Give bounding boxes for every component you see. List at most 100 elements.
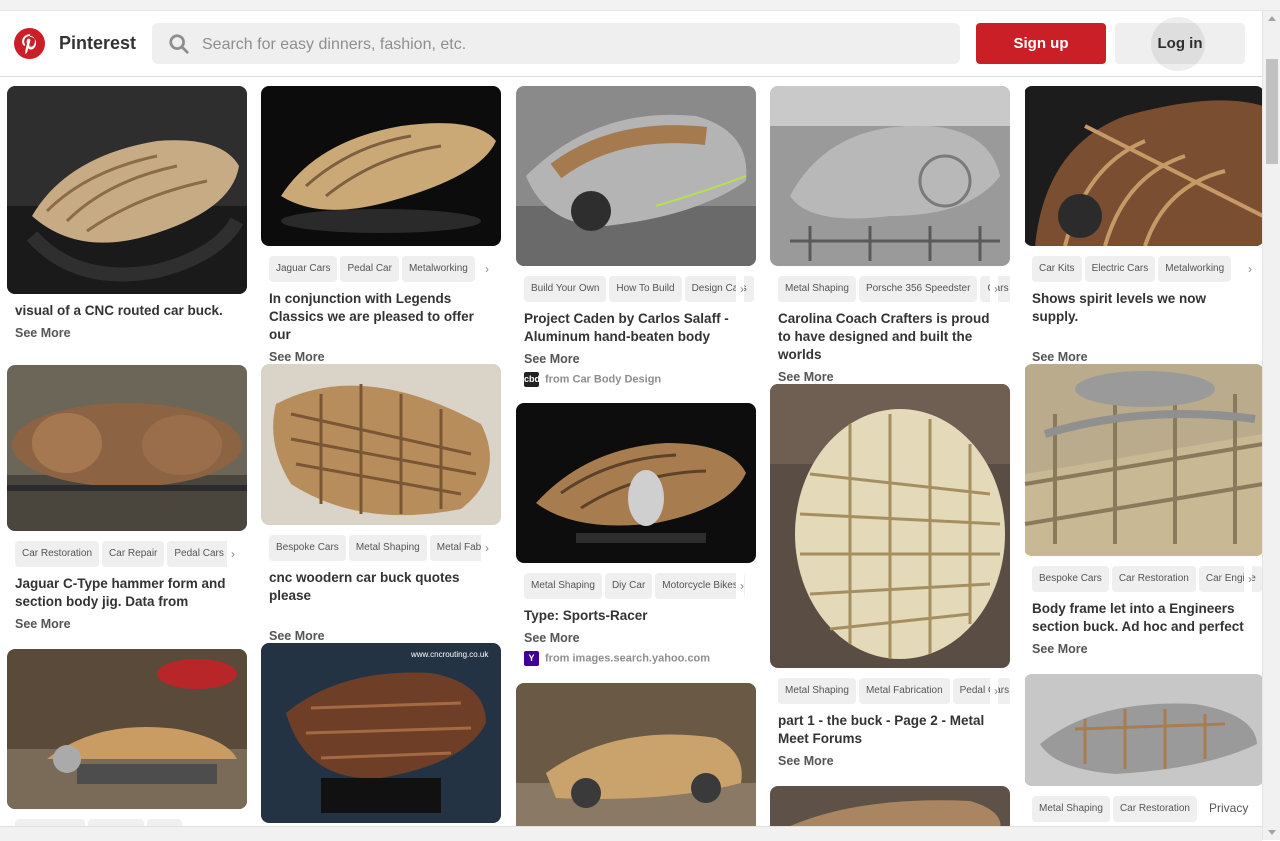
tag-chip[interactable]: Car Engine: [1198, 566, 1262, 592]
pin-image[interactable]: www.cncrouting.co.uk: [261, 643, 501, 823]
search-bar[interactable]: [152, 23, 960, 66]
tag-chip[interactable]: Bespoke Cars: [269, 535, 346, 561]
chevron-right-icon[interactable]: ›: [736, 276, 744, 302]
tag-chip[interactable]: Diy Car: [604, 573, 653, 599]
tag-chip[interactable]: Pedal Cars: [167, 541, 231, 567]
see-more-link[interactable]: See More: [15, 326, 239, 340]
pin-image[interactable]: [7, 365, 247, 531]
see-more-link[interactable]: See More: [269, 350, 493, 364]
pin-image[interactable]: [516, 683, 756, 833]
pin-source[interactable]: cbd from Car Body Design: [524, 372, 748, 388]
pin-title[interactable]: Body frame let into a Engineers section …: [1032, 600, 1256, 636]
tag-chip[interactable]: Bespoke Cars: [1032, 566, 1109, 592]
watermark-text: www.cncrouting.co.uk: [410, 650, 489, 659]
tag-chip[interactable]: Car Kits: [1032, 256, 1082, 282]
chevron-right-icon[interactable]: ›: [227, 541, 235, 567]
tag-chip[interactable]: Pedal Cars: [952, 678, 1010, 704]
pin-image[interactable]: [770, 384, 1010, 668]
pin-image[interactable]: [1024, 674, 1262, 786]
chevron-right-icon[interactable]: ›: [1244, 566, 1252, 592]
scroll-down-icon[interactable]: [1268, 830, 1276, 835]
pin-card[interactable]: Metal Shaping Porsche 356 Speedster Cars ›…: [770, 86, 1010, 384]
privacy-link[interactable]: Privacy: [1203, 797, 1255, 819]
tag-chip[interactable]: Jaguar Cars: [269, 256, 338, 282]
pin-card[interactable]: Muscle CarsRace CarCars: [7, 649, 247, 840]
tag-chip[interactable]: Motorcycle Bikes: [655, 573, 745, 599]
pin-image[interactable]: [7, 86, 247, 294]
brand-name[interactable]: Pinterest: [59, 33, 136, 54]
pin-card[interactable]: Build Your Own How To Build Design Cars › …: [516, 86, 756, 388]
search-input[interactable]: [200, 23, 944, 66]
pin-card[interactable]: Car Kits Electric Cars Metalworking › Show…: [1024, 86, 1262, 364]
pin-image[interactable]: [1024, 364, 1262, 556]
see-more-link[interactable]: See More: [269, 629, 493, 643]
tag-chip[interactable]: How To Build: [609, 276, 682, 302]
scroll-up-icon[interactable]: [1268, 16, 1276, 21]
pin-card[interactable]: Car Restoration Car Repair Pedal Cars › Ja…: [7, 365, 247, 631]
pin-title[interactable]: Shows spirit levels we now supply.: [1032, 290, 1256, 326]
see-more-link[interactable]: See More: [524, 352, 748, 366]
tag-chip[interactable]: Metal Shaping: [1032, 796, 1110, 822]
pin-title[interactable]: visual of a CNC routed car buck.: [15, 302, 239, 320]
pin-card[interactable]: [516, 683, 756, 833]
vertical-scrollbar[interactable]: [1262, 11, 1280, 840]
pin-title[interactable]: Project Caden by Carlos Salaff - Aluminu…: [524, 310, 748, 346]
log-in-button[interactable]: Log in: [1115, 17, 1245, 71]
tag-chip[interactable]: Car Restoration: [1111, 566, 1196, 592]
pin-title[interactable]: Type: Sports-Racer: [524, 607, 748, 625]
pin-image[interactable]: [770, 86, 1010, 266]
tag-chip[interactable]: Pedal Car: [340, 256, 399, 282]
pinterest-logo-icon[interactable]: [14, 28, 45, 59]
scrollbar-thumb[interactable]: [1266, 59, 1278, 164]
chevron-right-icon[interactable]: ›: [736, 573, 744, 599]
pin-card[interactable]: www.cncrouting.co.uk: [261, 643, 501, 823]
tag-chip[interactable]: Car Restoration: [1112, 796, 1197, 822]
tag-chip[interactable]: Car Restoration: [15, 541, 100, 567]
pin-card[interactable]: Bespoke Cars Metal Shaping Metal Fab › cnc…: [261, 364, 501, 643]
pin-title[interactable]: cnc woodern car buck quotes please: [269, 569, 493, 605]
tag-chip[interactable]: Build Your Own: [524, 276, 607, 302]
see-more-link[interactable]: See More: [1032, 642, 1256, 656]
chevron-right-icon[interactable]: ›: [481, 535, 489, 561]
chevron-right-icon[interactable]: ›: [1244, 256, 1252, 282]
pin-card[interactable]: Bespoke Cars Car Restoration Car Engine › …: [1024, 364, 1262, 656]
tag-chip[interactable]: Metal Shaping: [348, 535, 427, 561]
pin-title[interactable]: Jaguar C-Type hammer form and section bo…: [15, 575, 239, 611]
tag-chip[interactable]: Car Repair: [102, 541, 165, 567]
pin-title[interactable]: part 1 - the buck - Page 2 - Metal Meet …: [778, 712, 1002, 748]
tag-chip[interactable]: Electric Cars: [1084, 256, 1156, 282]
horizontal-scrollbar[interactable]: [0, 826, 1262, 841]
pin-title[interactable]: Carolina Coach Crafters is proud to have…: [778, 310, 1002, 364]
tag-chip[interactable]: Metalworking: [1158, 256, 1232, 282]
pin-image[interactable]: [261, 86, 501, 246]
tag-chip[interactable]: Metalworking: [401, 256, 475, 282]
tag-chip[interactable]: Porsche 356 Speedster: [858, 276, 978, 302]
see-more-link[interactable]: See More: [778, 370, 1002, 384]
pin-image[interactable]: [261, 364, 501, 525]
tag-chip[interactable]: Metal Fabrication: [858, 678, 950, 704]
see-more-link[interactable]: See More: [1032, 350, 1256, 364]
pin-card[interactable]: Jaguar Cars Pedal Car Metalworking › In co…: [261, 86, 501, 364]
pin-card[interactable]: visual of a CNC routed car buck. See Mor…: [7, 86, 247, 340]
pin-image[interactable]: [516, 86, 756, 266]
see-more-link[interactable]: See More: [15, 617, 239, 631]
sign-up-button[interactable]: Sign up: [976, 23, 1106, 64]
chevron-right-icon[interactable]: ›: [990, 276, 998, 302]
pin-image[interactable]: [1024, 86, 1262, 246]
tag-chip[interactable]: Metal Shaping: [524, 573, 602, 599]
search-icon: [169, 34, 189, 54]
pin-image[interactable]: [516, 403, 756, 563]
pin-source[interactable]: Yfrom images.search.yahoo.com: [524, 651, 748, 667]
pin-title[interactable]: In conjunction with Legends Classics we …: [269, 290, 493, 344]
chevron-right-icon[interactable]: ›: [990, 678, 998, 704]
pin-card[interactable]: Metal Shaping Diy Car Motorcycle Bikes › T…: [516, 403, 756, 667]
see-more-link[interactable]: See More: [524, 631, 748, 645]
tag-chip[interactable]: Metal Fab: [429, 535, 489, 561]
chevron-right-icon[interactable]: ›: [481, 256, 489, 282]
see-more-link[interactable]: See More: [778, 754, 1002, 768]
tag-chip[interactable]: Metal Shaping: [778, 678, 856, 704]
pin-card[interactable]: Metal Shaping Metal Fabrication Pedal Cars…: [770, 384, 1010, 768]
source-badge: cbd: [524, 372, 540, 387]
pin-image[interactable]: [7, 649, 247, 809]
tag-chip[interactable]: Metal Shaping: [778, 276, 856, 302]
